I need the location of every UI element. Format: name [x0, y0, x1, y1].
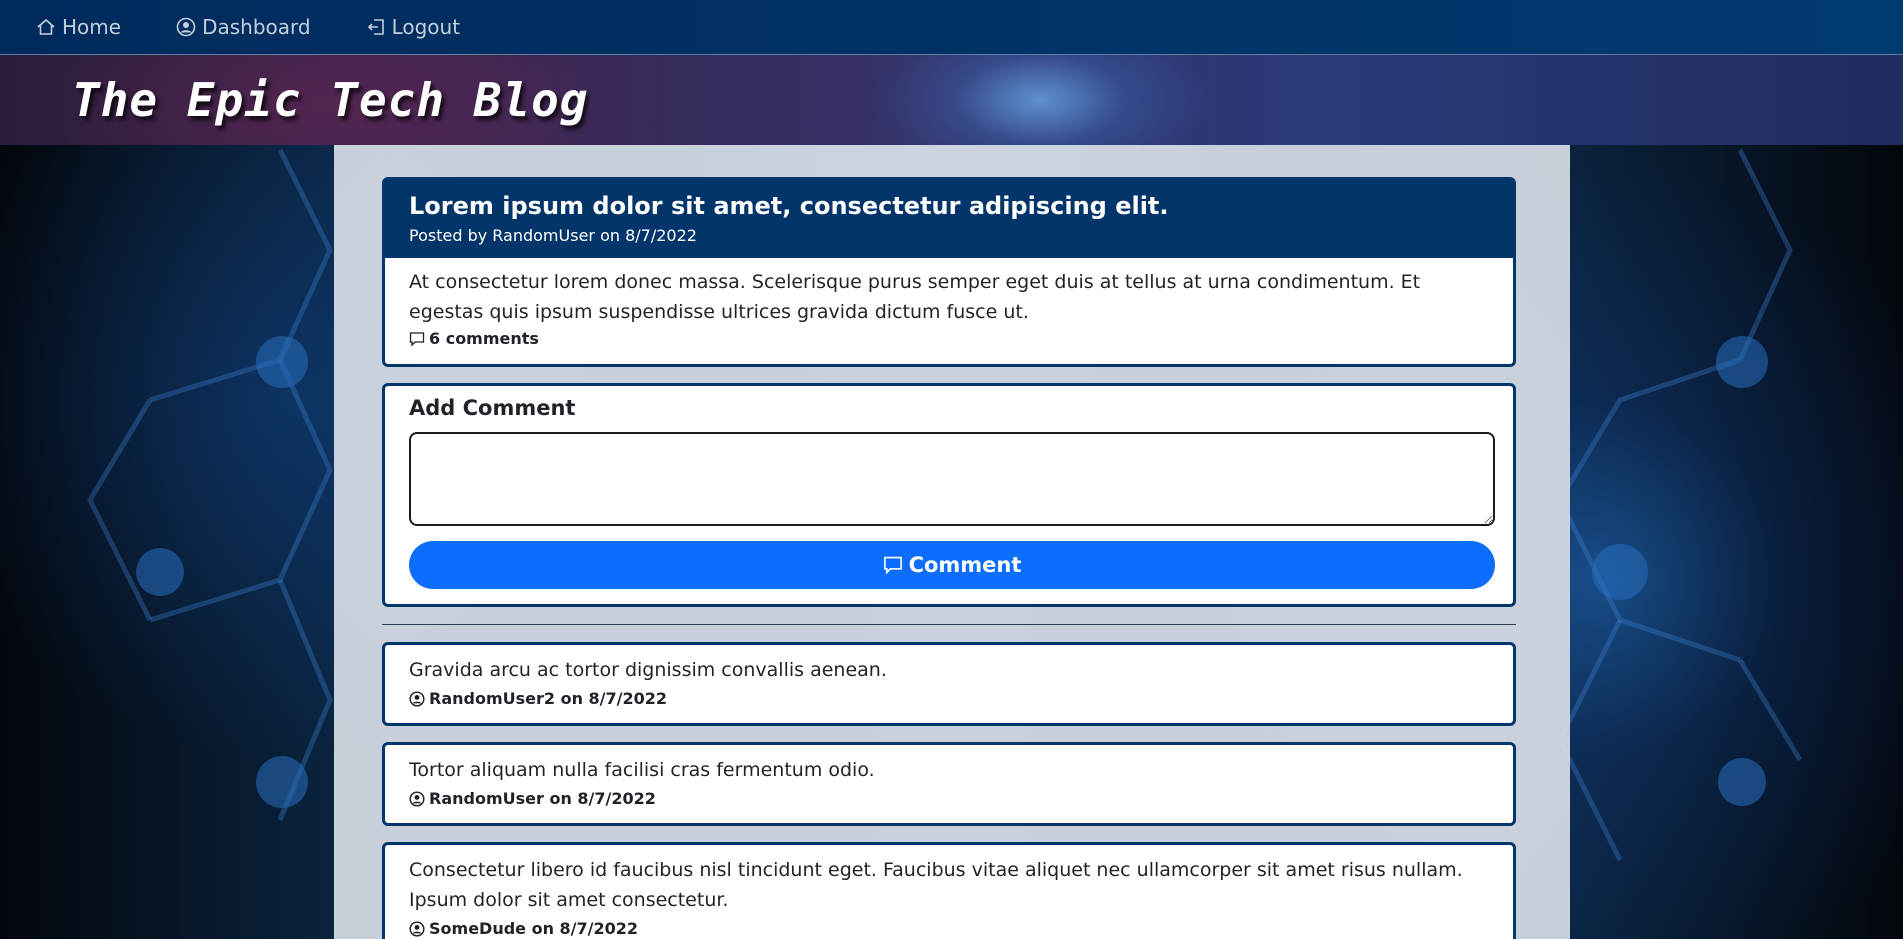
user-circle-icon: [409, 790, 425, 807]
comment-text: Consectetur libero id faucibus nisl tinc…: [409, 859, 1463, 911]
user-circle-icon: [409, 690, 425, 707]
home-icon: [37, 18, 55, 35]
comment-item: Gravida arcu ac tortor dignissim convall…: [382, 642, 1516, 726]
comment-text: Tortor aliquam nulla facilisi cras ferme…: [409, 759, 875, 781]
comment-button-label: Comment: [908, 553, 1022, 577]
add-comment-label: Add Comment: [409, 396, 576, 420]
nav-dashboard-label: Dashboard: [202, 15, 311, 39]
nav-home-label: Home: [62, 15, 122, 39]
comment-item: Tortor aliquam nulla facilisi cras ferme…: [382, 742, 1516, 826]
comment-count-label: 6 comments: [429, 329, 539, 348]
top-nav: Home Dashboard Logout: [0, 0, 1903, 55]
post-meta: Posted by RandomUser on 8/7/2022: [409, 226, 697, 245]
comment-submit-button[interactable]: Comment: [409, 541, 1495, 589]
main-content: Lorem ipsum dolor sit amet, consectetur …: [334, 145, 1570, 939]
comment-count: 6 comments: [385, 327, 1513, 348]
divider: [382, 624, 1516, 625]
comment-text: Gravida arcu ac tortor dignissim convall…: [409, 659, 887, 681]
comment-author-label: RandomUser on 8/7/2022: [429, 789, 656, 808]
add-comment-form: Add Comment Comment: [382, 383, 1516, 607]
logout-icon: [367, 19, 384, 35]
site-title: The Epic Tech Blog: [72, 73, 589, 127]
post-body: At consectetur lorem donec massa. Sceler…: [409, 271, 1421, 323]
comment-author: SomeDude on 8/7/2022: [409, 919, 1489, 938]
comment-icon: [409, 331, 425, 347]
nav-dashboard-link[interactable]: Dashboard: [176, 15, 311, 39]
user-circle-icon: [176, 17, 196, 37]
nav-logout-label: Logout: [391, 15, 461, 39]
post-card: Lorem ipsum dolor sit amet, consectetur …: [382, 177, 1516, 367]
comment-author-label: RandomUser2 on 8/7/2022: [429, 689, 668, 708]
post-header: Lorem ipsum dolor sit amet, consectetur …: [385, 180, 1513, 258]
comment-item: Consectetur libero id faucibus nisl tinc…: [382, 842, 1516, 939]
comment-author-label: SomeDude on 8/7/2022: [429, 919, 639, 938]
post-title: Lorem ipsum dolor sit amet, consectetur …: [409, 192, 1169, 220]
site-banner: The Epic Tech Blog: [0, 55, 1903, 145]
comment-textarea[interactable]: [409, 432, 1495, 526]
comment-icon: [883, 556, 902, 575]
nav-logout-link[interactable]: Logout: [366, 15, 460, 39]
user-circle-icon: [409, 920, 425, 937]
comment-author: RandomUser on 8/7/2022: [409, 789, 1489, 808]
nav-home-link[interactable]: Home: [36, 15, 121, 39]
comment-author: RandomUser2 on 8/7/2022: [409, 689, 1489, 708]
